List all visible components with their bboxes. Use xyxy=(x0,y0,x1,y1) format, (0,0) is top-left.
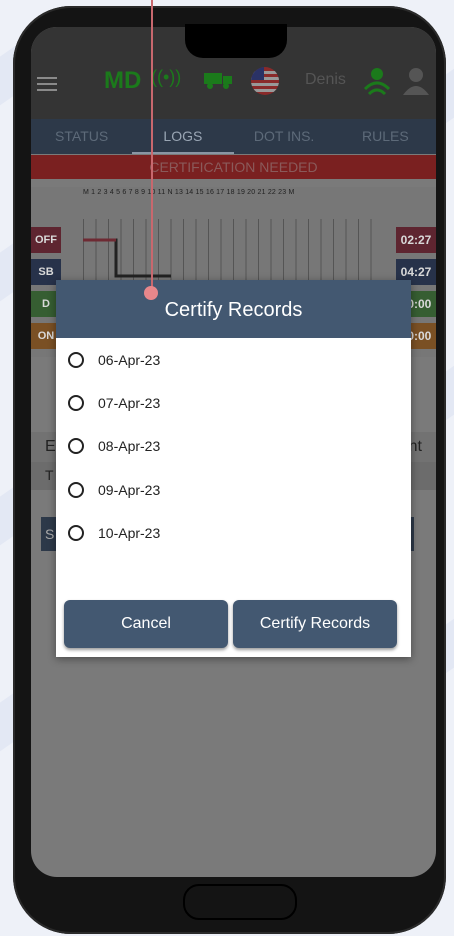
radio-button-icon[interactable] xyxy=(68,352,84,368)
radio-button-icon[interactable] xyxy=(68,525,84,541)
record-date: 07-Apr-23 xyxy=(98,395,161,411)
detail-row2-left: T xyxy=(45,467,54,483)
hour-labels: M 1 2 3 4 5 6 7 8 9 10 11 N 13 14 15 16 … xyxy=(83,189,295,196)
tab-rules[interactable]: RULES xyxy=(335,119,436,154)
driver-icon[interactable] xyxy=(362,67,392,95)
record-date: 10-Apr-23 xyxy=(98,525,161,541)
tab-logs[interactable]: LOGS xyxy=(132,119,234,154)
annotation-pointer-line xyxy=(151,0,153,292)
radio-button-icon[interactable] xyxy=(68,438,84,454)
dialog-title: Certify Records xyxy=(56,280,411,338)
signal-icon[interactable]: ((•)) xyxy=(151,67,181,88)
record-option[interactable]: 10-Apr-23 xyxy=(68,519,160,547)
detail-row-left: E xyxy=(45,438,56,455)
record-option[interactable]: 07-Apr-23 xyxy=(68,389,160,417)
record-date: 08-Apr-23 xyxy=(98,438,161,454)
cancel-button[interactable]: Cancel xyxy=(64,600,228,648)
home-button[interactable] xyxy=(183,884,297,920)
co-driver-icon[interactable] xyxy=(401,67,431,95)
menu-icon[interactable] xyxy=(37,77,57,91)
record-option[interactable]: 06-Apr-23 xyxy=(68,346,160,374)
tab-status[interactable]: STATUS xyxy=(31,119,132,154)
radio-button-icon[interactable] xyxy=(68,395,84,411)
record-date: 06-Apr-23 xyxy=(98,352,161,368)
radio-button-icon[interactable] xyxy=(68,482,84,498)
tab-bar: STATUS LOGS DOT INS. RULES xyxy=(31,119,436,154)
record-option[interactable]: 08-Apr-23 xyxy=(68,432,160,460)
certify-records-dialog: Certify Records 06-Apr-23 07-Apr-23 08-A… xyxy=(56,280,411,657)
username[interactable]: Denis xyxy=(305,71,346,89)
annotation-pointer-dot xyxy=(144,286,158,300)
record-option[interactable]: 09-Apr-23 xyxy=(68,476,160,504)
record-date: 09-Apr-23 xyxy=(98,482,161,498)
status-row-off: OFF xyxy=(31,227,61,253)
status-total-off: 02:27 xyxy=(396,227,436,253)
certify-records-button[interactable]: Certify Records xyxy=(233,600,397,648)
state-code: MD xyxy=(104,67,142,94)
phone-notch xyxy=(185,24,287,58)
tab-dot-inspection[interactable]: DOT INS. xyxy=(234,119,335,154)
us-flag-icon[interactable] xyxy=(251,67,279,95)
certification-banner[interactable]: CERTIFICATION NEEDED xyxy=(31,155,436,179)
truck-icon[interactable] xyxy=(204,71,234,89)
